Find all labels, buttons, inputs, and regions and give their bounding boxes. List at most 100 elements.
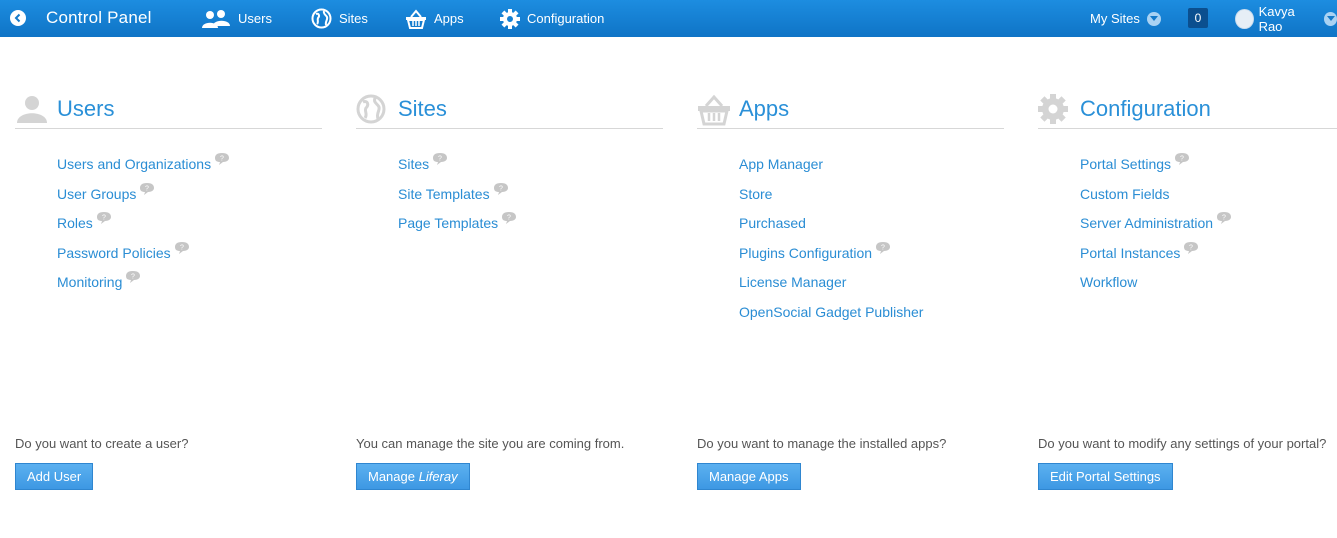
configuration-section: Configuration Portal Settings? Custom Fi… xyxy=(1038,90,1337,290)
link-site-templates[interactable]: Site Templates xyxy=(398,186,490,202)
link-workflow[interactable]: Workflow xyxy=(1080,274,1137,290)
svg-text:?: ? xyxy=(881,244,885,251)
users-icon xyxy=(202,9,230,28)
list-item[interactable]: App Manager xyxy=(739,156,923,186)
link-license-manager[interactable]: License Manager xyxy=(739,274,846,290)
link-custom-fields[interactable]: Custom Fields xyxy=(1080,186,1169,202)
svg-text:?: ? xyxy=(102,215,106,222)
nav-sites-label: Sites xyxy=(339,11,368,26)
list-item[interactable]: Server Administration? xyxy=(1080,212,1232,245)
user-menu[interactable]: Kavya Rao xyxy=(1235,0,1337,37)
list-item[interactable]: Custom Fields xyxy=(1080,186,1232,216)
link-users-and-organizations[interactable]: Users and Organizations xyxy=(57,156,211,172)
configuration-prompt: Do you want to modify any settings of yo… xyxy=(1038,436,1327,451)
globe-icon xyxy=(356,94,386,124)
users-links: Users and Organizations? User Groups? Ro… xyxy=(57,153,230,304)
help-icon[interactable]: ? xyxy=(174,241,190,258)
nav-apps[interactable]: Apps xyxy=(405,0,464,37)
configuration-section-header: Configuration xyxy=(1038,90,1337,129)
link-app-manager[interactable]: App Manager xyxy=(739,156,823,172)
list-item[interactable]: Plugins Configuration? xyxy=(739,241,923,275)
help-icon[interactable]: ? xyxy=(125,270,141,287)
link-store[interactable]: Store xyxy=(739,186,772,202)
help-icon[interactable]: ? xyxy=(501,211,517,228)
users-icon xyxy=(17,96,47,123)
manage-apps-button[interactable]: Manage Apps xyxy=(697,463,801,490)
link-portal-instances[interactable]: Portal Instances xyxy=(1080,245,1180,261)
list-item[interactable]: Workflow xyxy=(1080,274,1232,304)
sites-section-header: Sites xyxy=(356,90,663,129)
list-item[interactable]: Portal Settings? xyxy=(1080,153,1232,186)
nav-configuration[interactable]: Configuration xyxy=(500,0,604,37)
list-item[interactable]: Monitoring? xyxy=(57,271,230,304)
svg-text:?: ? xyxy=(131,274,135,281)
svg-text:?: ? xyxy=(145,185,149,192)
link-purchased[interactable]: Purchased xyxy=(739,215,806,231)
list-item[interactable]: Purchased xyxy=(739,215,923,245)
help-icon[interactable]: ? xyxy=(1183,241,1199,258)
list-item[interactable]: Password Policies? xyxy=(57,241,230,275)
notification-count-badge[interactable]: 0 xyxy=(1188,8,1208,28)
svg-text:?: ? xyxy=(180,244,184,251)
link-plugins-configuration[interactable]: Plugins Configuration xyxy=(739,245,872,261)
list-item[interactable]: Site Templates? xyxy=(398,182,517,216)
list-item[interactable]: OpenSocial Gadget Publisher xyxy=(739,304,923,334)
list-item[interactable]: Store xyxy=(739,186,923,216)
link-roles[interactable]: Roles xyxy=(57,215,93,231)
sites-links: Sites? Site Templates? Page Templates? xyxy=(398,153,517,245)
page-title: Control Panel xyxy=(46,8,152,27)
users-section: Users Users and Organizations? User Grou… xyxy=(15,90,322,290)
manage-liferay-button[interactable]: Manage Liferay xyxy=(356,463,470,490)
link-password-policies[interactable]: Password Policies xyxy=(57,245,171,261)
link-portal-settings[interactable]: Portal Settings xyxy=(1080,156,1171,172)
help-icon[interactable]: ? xyxy=(139,182,155,199)
svg-text:?: ? xyxy=(438,156,442,163)
link-sites[interactable]: Sites xyxy=(398,156,429,172)
apps-links: App Manager Store Purchased Plugins Conf… xyxy=(739,156,923,333)
nav-apps-label: Apps xyxy=(434,11,464,26)
help-icon[interactable]: ? xyxy=(875,241,891,258)
globe-icon xyxy=(311,8,332,29)
help-icon[interactable]: ? xyxy=(96,211,112,228)
sites-section: Sites Sites? Site Templates? Page Templa… xyxy=(356,90,663,231)
link-opensocial-gadget-publisher[interactable]: OpenSocial Gadget Publisher xyxy=(739,304,923,320)
list-item[interactable]: Portal Instances? xyxy=(1080,241,1232,275)
svg-text:?: ? xyxy=(1180,156,1184,163)
nav-users[interactable]: Users xyxy=(201,0,272,37)
apps-section: Apps App Manager Store Purchased Plugins… xyxy=(697,90,1004,320)
chevron-down-icon xyxy=(1324,11,1337,26)
section-title: Configuration xyxy=(1080,96,1211,121)
help-icon[interactable]: ? xyxy=(493,182,509,199)
nav-users-label: Users xyxy=(238,11,272,26)
link-page-templates[interactable]: Page Templates xyxy=(398,215,498,231)
manage-liferay-button-prefix: Manage xyxy=(368,469,419,484)
section-title: Users xyxy=(57,96,115,121)
nav-configuration-label: Configuration xyxy=(527,11,605,26)
avatar xyxy=(1235,8,1254,29)
svg-text:?: ? xyxy=(499,185,503,192)
list-item[interactable]: License Manager xyxy=(739,274,923,304)
apps-section-header: Apps xyxy=(697,90,1004,129)
edit-portal-settings-button[interactable]: Edit Portal Settings xyxy=(1038,463,1173,490)
section-title: Apps xyxy=(739,96,790,121)
add-user-button[interactable]: Add User xyxy=(15,463,94,490)
link-server-administration[interactable]: Server Administration xyxy=(1080,215,1213,231)
sites-prompt: You can manage the site you are coming f… xyxy=(356,436,625,451)
help-icon[interactable]: ? xyxy=(214,152,230,169)
link-user-groups[interactable]: User Groups xyxy=(57,186,136,202)
basket-icon xyxy=(698,94,730,126)
users-prompt: Do you want to create a user? xyxy=(15,436,189,451)
gear-icon xyxy=(500,8,520,29)
list-item[interactable]: Page Templates? xyxy=(398,212,517,245)
help-icon[interactable]: ? xyxy=(432,152,448,169)
link-monitoring[interactable]: Monitoring xyxy=(57,274,122,290)
svg-text:?: ? xyxy=(507,215,511,222)
help-icon[interactable]: ? xyxy=(1216,211,1232,228)
configuration-links: Portal Settings? Custom Fields Server Ad… xyxy=(1080,153,1232,304)
help-icon[interactable]: ? xyxy=(1174,152,1190,169)
back-arrow-icon[interactable] xyxy=(10,10,26,26)
list-item[interactable]: Roles? xyxy=(57,212,230,245)
list-item[interactable]: User Groups? xyxy=(57,182,230,216)
nav-sites[interactable]: Sites xyxy=(311,0,368,37)
my-sites-menu[interactable]: My Sites xyxy=(1090,0,1161,37)
